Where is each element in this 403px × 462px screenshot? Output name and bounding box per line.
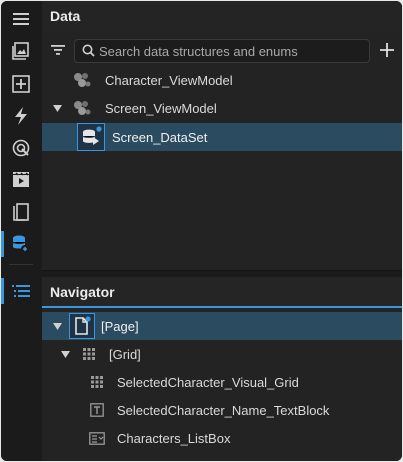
chevron-down-icon[interactable] (60, 349, 70, 359)
tree-item-character-viewmodel[interactable]: Character_ViewModel (42, 66, 402, 94)
grid-icon (80, 345, 98, 363)
navigator-panel: Navigator [Page] [Grid] SelectedCharacte… (42, 277, 402, 461)
filter-icon[interactable] (48, 40, 68, 60)
activity-rail (1, 1, 41, 461)
dataset-icon (77, 123, 105, 151)
viewmodel-icon (72, 98, 92, 118)
tree-item-label: Screen_DataSet (112, 129, 208, 145)
search-box[interactable] (74, 39, 370, 63)
nav-item-page[interactable]: [Page] (42, 312, 402, 340)
search-icon (82, 44, 95, 60)
tree-item-screen-viewmodel[interactable]: Screen_ViewModel (42, 94, 402, 122)
lightning-icon[interactable] (1, 100, 41, 132)
menu-icon[interactable] (1, 3, 41, 35)
tree-item-label: Screen_ViewModel (105, 100, 217, 116)
nav-item-selectedcharacter-visual-grid[interactable]: SelectedCharacter_Visual_Grid (42, 368, 402, 396)
data-panel-title: Data (42, 1, 402, 31)
bookmark-icon[interactable] (1, 196, 41, 228)
page-icon (69, 313, 95, 339)
viewmodel-icon (72, 70, 92, 90)
target-icon[interactable] (1, 132, 41, 164)
data-panel: Data Character_ViewModel (42, 1, 402, 271)
nav-item-label: SelectedCharacter_Visual_Grid (117, 374, 299, 390)
navigator-panel-title: Navigator (42, 277, 402, 308)
app-window: Data Character_ViewModel (1, 1, 402, 461)
textblock-icon (88, 401, 106, 419)
nav-item-label: [Page] (101, 318, 139, 334)
tree-item-label: Character_ViewModel (105, 72, 233, 88)
rail-divider (9, 264, 33, 265)
media-icon[interactable] (1, 164, 41, 196)
chevron-down-icon[interactable] (52, 103, 62, 113)
search-input[interactable] (99, 43, 364, 59)
listbox-icon (88, 429, 106, 447)
navigator-list-icon[interactable] (1, 275, 41, 307)
nav-item-label: SelectedCharacter_Name_TextBlock (117, 402, 330, 418)
add-box-icon[interactable] (1, 68, 41, 100)
nav-item-grid[interactable]: [Grid] (42, 340, 402, 368)
nav-item-label: [Grid] (109, 346, 141, 362)
nav-item-characters-listbox[interactable]: Characters_ListBox (42, 424, 402, 452)
nav-item-label: Characters_ListBox (117, 430, 231, 446)
tree-item-screen-dataset[interactable]: Screen_DataSet (42, 123, 402, 151)
gallery-icon[interactable] (1, 35, 41, 67)
grid-icon (88, 373, 106, 391)
chevron-down-icon[interactable] (52, 321, 62, 331)
data-link-icon[interactable] (1, 228, 41, 260)
data-search-row (42, 37, 402, 63)
add-data-button[interactable] (376, 39, 398, 61)
plus-icon (380, 43, 394, 57)
nav-item-selectedcharacter-name-textblock[interactable]: SelectedCharacter_Name_TextBlock (42, 396, 402, 424)
